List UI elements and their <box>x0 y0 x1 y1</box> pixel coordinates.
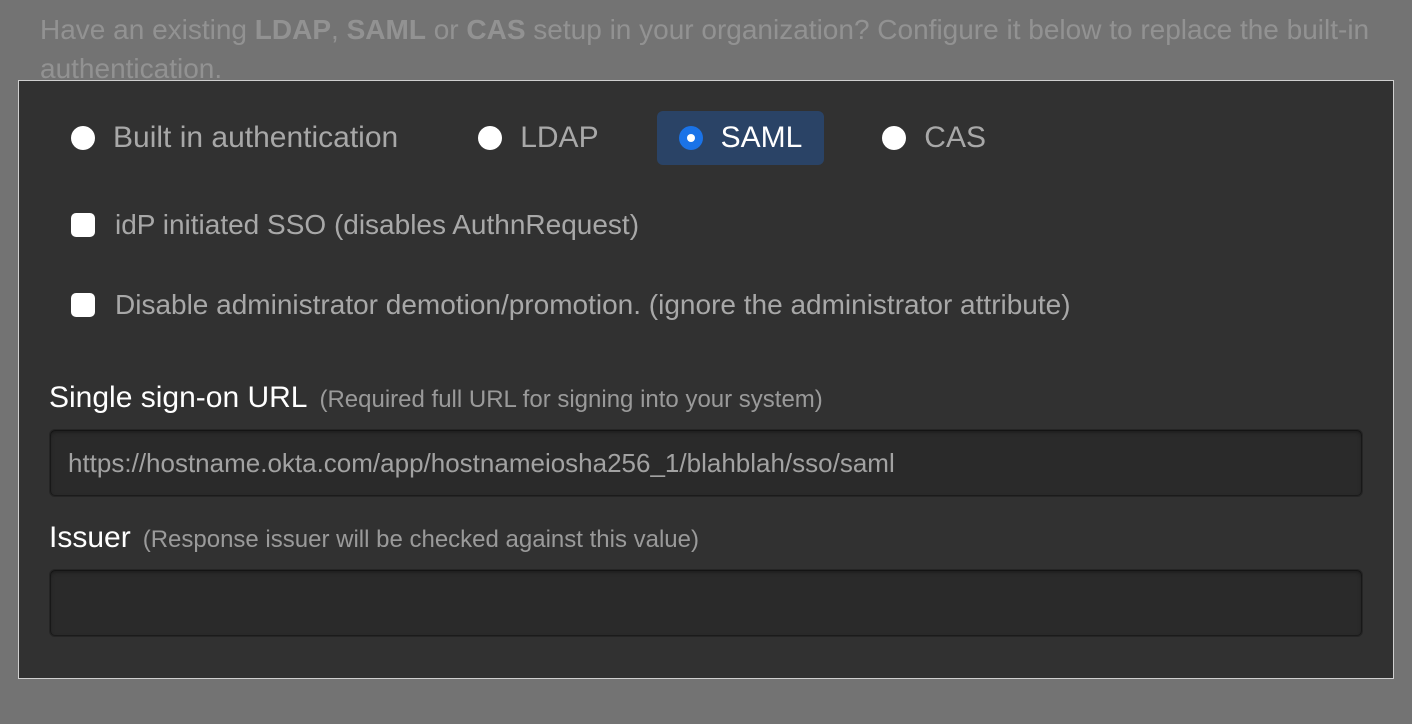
sso-url-label-row: Single sign-on URL (Required full URL fo… <box>49 381 1363 415</box>
idp-initiated-label: idP initiated SSO (disables AuthnRequest… <box>115 209 639 241</box>
issuer-hint: (Response issuer will be checked against… <box>143 526 699 554</box>
radio-icon <box>679 126 703 150</box>
auth-mode-ldap[interactable]: LDAP <box>456 111 620 165</box>
disable-admin-label: Disable administrator demotion/promotion… <box>115 289 1071 321</box>
idp-initiated-checkbox[interactable] <box>71 213 95 237</box>
auth-mode-radio-group: Built in authentication LDAP SAML CAS <box>49 111 1363 165</box>
radio-label: LDAP <box>520 121 598 155</box>
issuer-label: Issuer <box>49 521 131 555</box>
auth-settings-panel: Built in authentication LDAP SAML CAS id… <box>18 80 1394 679</box>
radio-icon <box>882 126 906 150</box>
auth-mode-cas[interactable]: CAS <box>860 111 1008 165</box>
sso-url-label: Single sign-on URL <box>49 381 307 415</box>
sso-url-field-group: Single sign-on URL (Required full URL fo… <box>49 381 1363 497</box>
disable-admin-row: Disable administrator demotion/promotion… <box>49 289 1363 321</box>
issuer-input[interactable] <box>49 569 1363 637</box>
auth-mode-saml[interactable]: SAML <box>657 111 825 165</box>
radio-icon <box>478 126 502 150</box>
radio-label: SAML <box>721 121 803 155</box>
issuer-field-group: Issuer (Response issuer will be checked … <box>49 521 1363 637</box>
idp-initiated-row: idP initiated SSO (disables AuthnRequest… <box>49 209 1363 241</box>
issuer-label-row: Issuer (Response issuer will be checked … <box>49 521 1363 555</box>
auth-mode-builtin[interactable]: Built in authentication <box>49 111 420 165</box>
sso-url-input[interactable] <box>49 429 1363 497</box>
radio-icon <box>71 126 95 150</box>
radio-label: Built in authentication <box>113 121 398 155</box>
sso-url-hint: (Required full URL for signing into your… <box>319 386 822 414</box>
radio-label: CAS <box>924 121 986 155</box>
disable-admin-checkbox[interactable] <box>71 293 95 317</box>
